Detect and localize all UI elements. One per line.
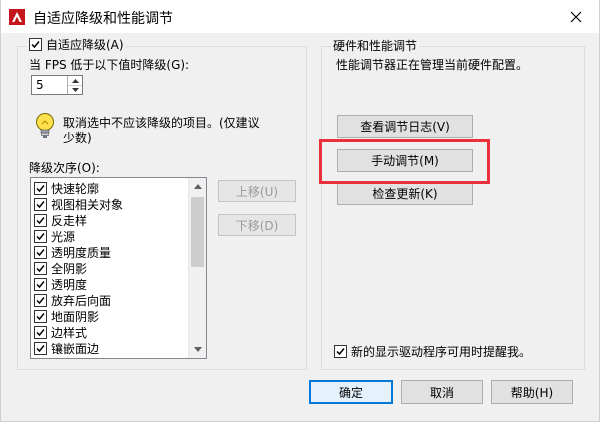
list-item-label: 视图相关对象 xyxy=(51,197,124,212)
close-icon xyxy=(570,11,582,22)
list-item[interactable]: 放弃后向面 xyxy=(34,292,111,308)
move-up-button[interactable]: 上移(U) xyxy=(218,180,296,202)
scroll-down-button[interactable] xyxy=(189,341,206,358)
degradation-order-label: 降级次序(O): xyxy=(29,161,100,175)
checkmark-icon xyxy=(36,280,45,288)
move-down-button[interactable]: 下移(D) xyxy=(218,214,296,236)
list-item[interactable]: 透明度 xyxy=(34,276,87,292)
adaptive-degradation-toggle[interactable]: 自适应降级(A) xyxy=(27,36,126,53)
move-up-label: 上移(U) xyxy=(235,184,279,199)
list-item-label: 边样式 xyxy=(51,325,88,340)
fps-label: 当 FPS 低于以下值时降级(G): xyxy=(29,58,190,72)
list-item[interactable]: 镶嵌面边 xyxy=(34,340,99,356)
list-item-checkbox[interactable] xyxy=(34,309,47,323)
adaptive-degradation-checkbox[interactable] xyxy=(29,38,42,51)
list-item-label: 光源 xyxy=(51,229,76,244)
checkmark-icon xyxy=(31,41,40,49)
checkmark-icon xyxy=(36,312,45,320)
list-item[interactable]: 全阴影 xyxy=(34,260,87,276)
list-item-checkbox[interactable] xyxy=(34,197,47,211)
list-item-checkbox[interactable] xyxy=(34,245,47,259)
list-item-checkbox[interactable] xyxy=(34,277,47,291)
list-item-checkbox[interactable] xyxy=(34,341,47,355)
degrade-hint-text-line2: 少数) xyxy=(63,131,92,145)
fps-decrement-button[interactable] xyxy=(68,85,82,94)
ok-label: 确定 xyxy=(338,385,363,400)
lightbulb-icon xyxy=(34,112,56,140)
list-scrollbar[interactable] xyxy=(188,178,206,358)
degrade-hint-text: 取消选中不应该降级的项目。(仅建议 xyxy=(63,116,260,130)
dialog-title: 自适应降级和性能调节 xyxy=(33,11,173,27)
cancel-label: 取消 xyxy=(429,385,454,400)
dialog-window: 自适应降级和性能调节 自适应降级(A) 当 FPS 低于以下值时降级(G): 5 xyxy=(0,0,600,422)
arrow-down-icon xyxy=(193,347,202,352)
checkmark-icon xyxy=(36,328,45,336)
checkmark-icon xyxy=(36,216,45,224)
list-item-label: 镶嵌面边 xyxy=(51,341,100,356)
autocad-app-icon xyxy=(9,9,25,25)
list-item-label: 全阴影 xyxy=(51,261,88,276)
list-item-label: 透明度质量 xyxy=(51,245,112,260)
checkmark-icon xyxy=(36,184,45,192)
list-item-label: 快速轮廓 xyxy=(51,181,100,196)
driver-notify-label: 新的显示驱动程序可用时提醒我。 xyxy=(351,345,532,359)
scroll-thumb[interactable] xyxy=(191,197,204,267)
move-down-label: 下移(D) xyxy=(235,218,279,233)
title-bar[interactable]: 自适应降级和性能调节 xyxy=(1,0,599,33)
hardware-tuning-group xyxy=(321,46,585,370)
list-item[interactable]: 快速轮廓 xyxy=(34,180,99,196)
checkmark-icon xyxy=(36,248,45,256)
adaptive-degradation-label: 自适应降级(A) xyxy=(46,38,124,52)
list-item-label: 反走样 xyxy=(51,213,88,228)
cancel-button[interactable]: 取消 xyxy=(401,380,483,404)
view-tuning-log-label: 查看调节日志(V) xyxy=(360,120,450,134)
ok-button[interactable]: 确定 xyxy=(309,380,393,404)
fps-stepper-buttons xyxy=(67,76,82,94)
check-updates-label: 检查更新(K) xyxy=(372,187,438,201)
driver-notify-toggle[interactable]: 新的显示驱动程序可用时提醒我。 xyxy=(334,343,531,360)
list-item-checkbox[interactable] xyxy=(34,213,47,227)
list-item-label: 放弃后向面 xyxy=(51,293,112,308)
list-item-label: 地面阴影 xyxy=(51,309,100,324)
degradation-order-list[interactable]: 快速轮廓 视图相关对象 反走样 光源 透明度质量 全阴影 透明度 放弃后向面 地… xyxy=(30,177,207,359)
list-item-checkbox[interactable] xyxy=(34,229,47,243)
view-tuning-log-button[interactable]: 查看调节日志(V) xyxy=(337,115,473,138)
list-item[interactable]: 透明度质量 xyxy=(34,244,111,260)
list-item-checkbox[interactable] xyxy=(34,325,47,339)
checkmark-icon xyxy=(36,344,45,352)
list-item[interactable]: 反走样 xyxy=(34,212,87,228)
list-item[interactable]: 边样式 xyxy=(34,324,87,340)
fps-value[interactable]: 5 xyxy=(36,78,44,92)
checkmark-icon xyxy=(336,348,345,356)
checkmark-icon xyxy=(36,264,45,272)
arrow-down-icon xyxy=(71,87,79,92)
checkmark-icon xyxy=(36,232,45,240)
list-item[interactable]: 地面阴影 xyxy=(34,308,99,324)
scroll-up-button[interactable] xyxy=(189,178,206,195)
checkmark-icon xyxy=(36,296,45,304)
fps-stepper[interactable]: 5 xyxy=(31,75,83,95)
highlight-annotation xyxy=(319,139,490,184)
list-item-checkbox[interactable] xyxy=(34,181,47,195)
tuner-description: 性能调节器正在管理当前硬件配置。 xyxy=(336,58,529,72)
driver-notify-checkbox[interactable] xyxy=(334,345,347,358)
list-item[interactable]: 光源 xyxy=(34,228,75,244)
list-item-checkbox[interactable] xyxy=(34,261,47,275)
check-updates-button[interactable]: 检查更新(K) xyxy=(337,182,473,205)
help-label: 帮助(H) xyxy=(510,385,554,400)
close-button[interactable] xyxy=(553,0,599,33)
arrow-up-icon xyxy=(71,78,79,83)
arrow-up-icon xyxy=(193,184,202,189)
list-item-checkbox[interactable] xyxy=(34,293,47,307)
list-item-label: 透明度 xyxy=(51,277,88,292)
checkmark-icon xyxy=(36,200,45,208)
help-button[interactable]: 帮助(H) xyxy=(491,380,573,404)
hardware-tuning-label: 硬件和性能调节 xyxy=(331,37,420,54)
list-item[interactable]: 视图相关对象 xyxy=(34,196,123,212)
